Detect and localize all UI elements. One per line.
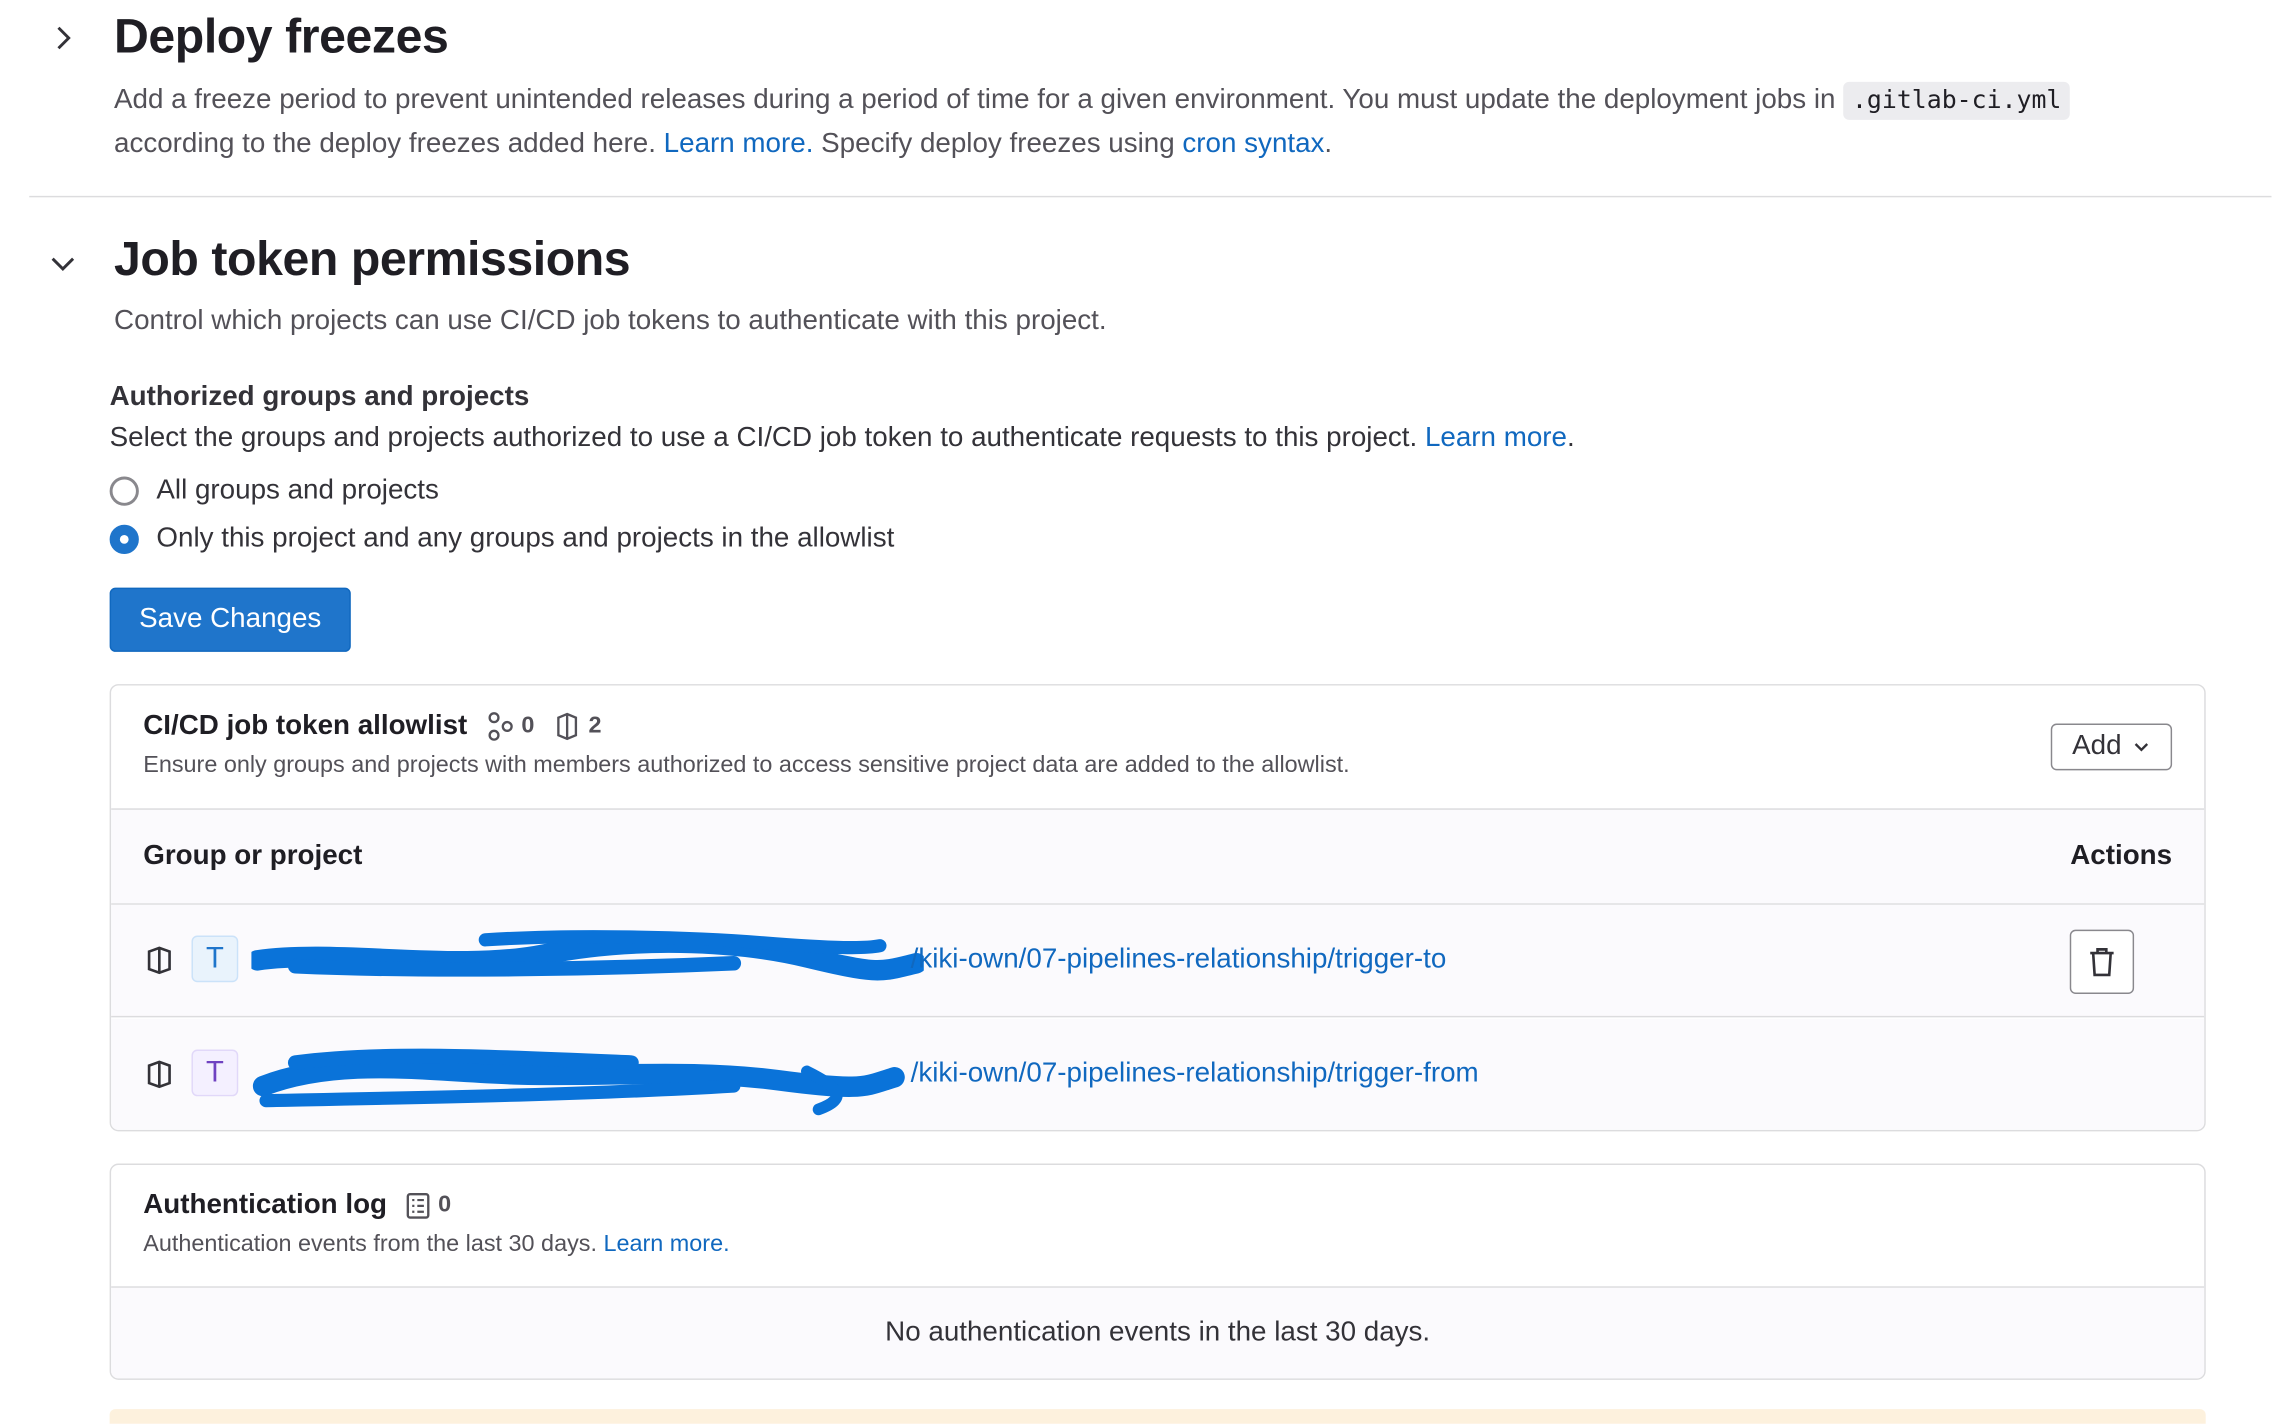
allowlist-table-header: Group or project Actions (111, 808, 2205, 905)
avatar: T (191, 935, 239, 983)
gitlab-ci-code: .gitlab-ci.yml (1843, 81, 2071, 120)
authentication-log-count: 0 (405, 1191, 452, 1220)
deploy-freezes-desc-text-2: according to the deploy freezes added he… (114, 128, 656, 160)
authentication-log-subtitle-text: Authentication events from the last 30 d… (143, 1232, 597, 1258)
deploy-freezes-learn-more-link[interactable]: Learn more. (664, 129, 814, 160)
project-path-link[interactable]: /kiki-own/07-pipelines-relationship/trig… (911, 1058, 1479, 1090)
authentication-log-empty-state: No authentication events in the last 30 … (111, 1286, 2205, 1379)
allowlist-title: CI/CD job token allowlist (143, 710, 468, 742)
authentication-log-header: Authentication log 0 Authentication even… (143, 1190, 729, 1259)
allowlist-header: CI/CD job token allowlist 0 2 Ensure onl… (143, 710, 1349, 779)
authentication-log-card: Authentication log 0 Authentication even… (109, 1163, 2206, 1380)
save-changes-button[interactable]: Save Changes (109, 587, 351, 652)
table-row: T /kiki-own/07-pipelines-relationship/tr… (111, 904, 2205, 1018)
authorized-groups-learn-more-link[interactable]: Learn more (1425, 422, 1567, 453)
allowlist-subtitle: Ensure only groups and projects with mem… (143, 752, 1350, 778)
radio-all-groups-label[interactable]: All groups and projects (156, 475, 439, 507)
authentication-log-title: Authentication log (143, 1189, 388, 1221)
project-icon (147, 946, 171, 975)
table-row: T /kiki-own/07-pipelines-relationship/tr… (111, 1018, 2205, 1130)
project-count: 2 (552, 712, 602, 741)
group-count: 0 (485, 712, 535, 741)
authentication-log-subtitle: Authentication events from the last 30 d… (143, 1232, 729, 1258)
authorized-groups-help-end: . (1566, 422, 1575, 454)
project-path-link[interactable]: /kiki-own/07-pipelines-relationship/trig… (911, 944, 1447, 976)
log-icon (406, 1193, 430, 1219)
add-button-label[interactable]: Add (2072, 731, 2121, 763)
allowlist-title-row: CI/CD job token allowlist 0 2 (143, 710, 1349, 742)
column-header-group-or-project: Group or project (143, 840, 363, 872)
add-dropdown-button[interactable]: Add (2050, 723, 2173, 771)
authorized-groups-help-text: Select the groups and projects authorize… (109, 422, 1418, 454)
project-count-value: 2 (588, 713, 602, 739)
radio-all-groups-option[interactable]: All groups and projects (109, 475, 439, 507)
deploy-freezes-desc-end: . (1324, 128, 1333, 160)
redaction-scribble (252, 1048, 905, 1116)
section-divider (29, 195, 2272, 198)
group-icon (488, 712, 513, 741)
trash-icon (2090, 948, 2114, 977)
deploy-freezes-desc-text-3: Specify deploy freezes using (821, 128, 1175, 160)
job-token-permissions-description: Control which projects can use CI/CD job… (114, 305, 1107, 337)
column-header-actions: Actions (2070, 840, 2173, 872)
chevron-down-icon (2135, 743, 2149, 752)
authentication-log-count-value: 0 (438, 1192, 452, 1218)
cron-syntax-link[interactable]: cron syntax (1182, 129, 1324, 160)
allowlist-card: CI/CD job token allowlist 0 2 Ensure onl… (109, 684, 2206, 1132)
radio-allowlist-only[interactable] (109, 524, 139, 554)
project-icon (147, 1060, 171, 1089)
radio-allowlist-only-option[interactable]: Only this project and any groups and pro… (109, 523, 895, 555)
authorized-groups-label: Authorized groups and projects (109, 381, 530, 413)
authentication-log-title-row: Authentication log 0 (143, 1190, 729, 1222)
deploy-freezes-desc-text: Add a freeze period to prevent unintende… (114, 84, 1836, 116)
chevron-down-icon[interactable] (48, 248, 77, 277)
authorized-groups-help: Select the groups and projects authorize… (110, 422, 1575, 454)
deploy-freezes-description: Add a freeze period to prevent unintende… (114, 79, 2233, 165)
redaction-scribble (251, 930, 924, 981)
authentication-log-learn-more-link[interactable]: Learn more. (603, 1232, 729, 1257)
deploy-freezes-title[interactable]: Deploy freezes (114, 9, 449, 65)
project-icon (556, 712, 577, 741)
avatar: T (191, 1049, 239, 1097)
chevron-right-icon[interactable] (48, 23, 77, 52)
radio-all-groups[interactable] (109, 476, 139, 506)
warning-alert-edge (109, 1409, 2206, 1424)
radio-allowlist-only-label[interactable]: Only this project and any groups and pro… (156, 523, 894, 555)
remove-button[interactable] (2069, 929, 2135, 994)
job-token-permissions-title[interactable]: Job token permissions (114, 231, 631, 287)
group-count-value: 0 (521, 713, 535, 739)
